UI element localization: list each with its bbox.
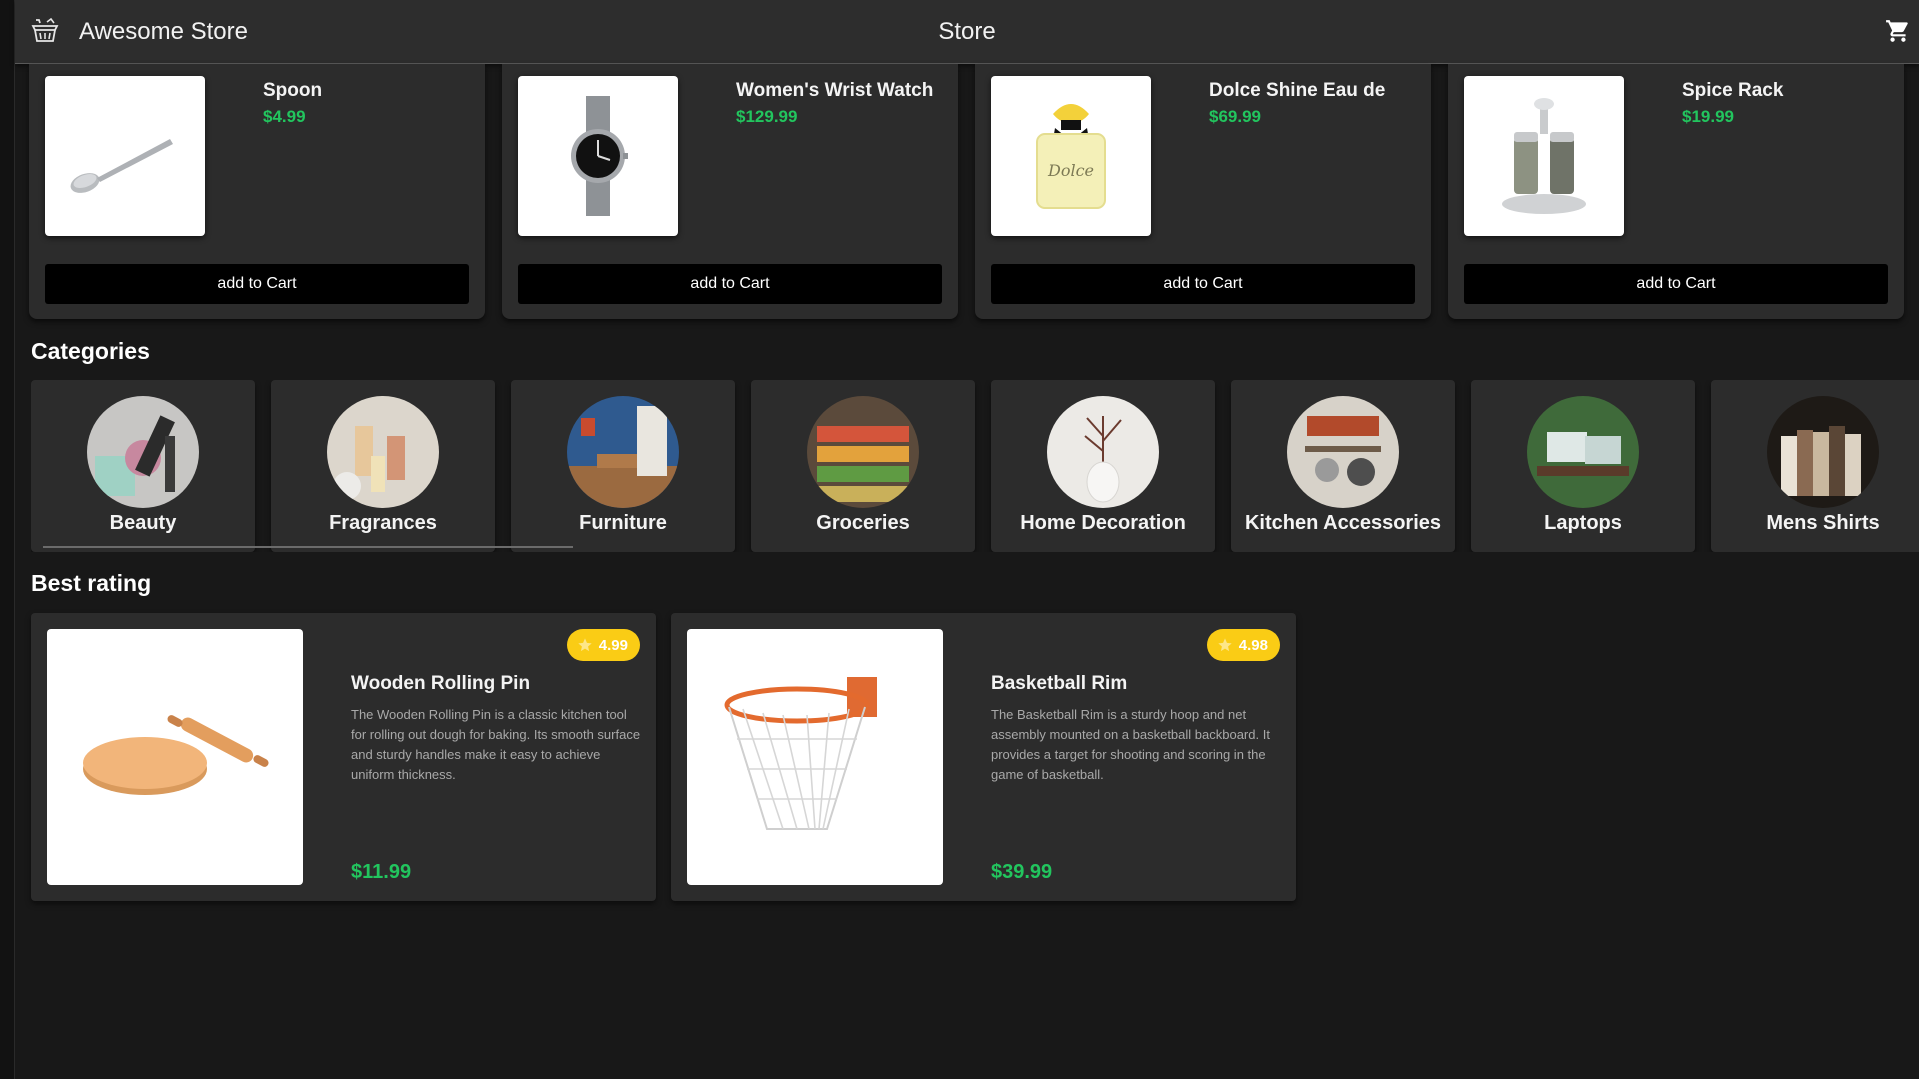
add-to-cart-button[interactable]: add to Cart [1464,264,1888,304]
product-name: Spice Rack [1682,80,1784,101]
product-row: Spoon $4.99 add to Cart Women's Wrist Wa… [29,64,1919,320]
category-label: Laptops [1544,512,1622,534]
product-description: The Wooden Rolling Pin is a classic kitc… [351,707,641,782]
window-edge [0,0,15,1079]
product-name: Dolce Shine Eau de [1209,80,1386,101]
category-label: Home Decoration [1020,512,1186,534]
category-card-furniture[interactable]: Furniture [511,380,735,552]
categories-carousel: Beauty Fragrances Furniture Groceries Ho… [31,380,1919,552]
rating-badge: 4.99 [566,629,640,661]
category-label: Kitchen Accessories [1244,512,1441,534]
shopping-basket-icon[interactable] [30,16,60,46]
category-image [327,396,439,508]
app-header: Awesome Store Store [15,0,1919,64]
product-image-basketball-rim [687,629,943,885]
product-image-perfume[interactable]: Dolce [991,76,1151,236]
category-label: Mens Shirts [1766,512,1880,534]
product-price: $69.99 [1209,107,1261,126]
product-name: Spoon [263,80,323,101]
product-price: $4.99 [263,107,306,126]
category-image [807,396,919,508]
best-rated-card[interactable]: 4.99 Wooden Rolling Pin The Wooden Rolli… [31,613,656,901]
star-icon [1218,638,1232,652]
rating-value: 4.99 [598,636,628,654]
product-price: $129.99 [736,107,798,126]
product-name: Wooden Rolling Pin [351,673,531,694]
category-image [1287,396,1399,508]
rating-value: 4.98 [1238,636,1268,654]
category-card-beauty[interactable]: Beauty [31,380,255,552]
product-image-spoon[interactable] [45,76,205,236]
product-image-watch[interactable] [518,76,678,236]
page-title: Store [938,18,996,45]
product-card: Spice Rack $19.99 add to Cart [1448,64,1904,319]
product-description: The Basketball Rim is a sturdy hoop and … [991,707,1270,782]
category-card-kitchen-accessories[interactable]: Kitchen Accessories [1231,380,1455,552]
product-price: $19.99 [1682,107,1734,126]
product-image-rolling-pin [47,629,303,885]
rating-badge: 4.98 [1206,629,1280,661]
category-label: Beauty [109,512,177,534]
category-label: Fragrances [329,512,437,534]
category-label: Groceries [816,512,910,534]
categories-heading: Categories [31,338,150,364]
best-rating-list: 4.99 Wooden Rolling Pin The Wooden Rolli… [31,613,1331,903]
product-card: Women's Wrist Watch $129.99 add to Cart [502,64,958,319]
store-app: Awesome Store Store Spoon $4.99 add to C… [15,0,1919,1079]
cart-icon[interactable] [1885,18,1911,44]
add-to-cart-button[interactable]: add to Cart [45,264,469,304]
best-rating-heading: Best rating [31,570,152,596]
category-label: Furniture [579,512,667,534]
product-price: $39.99 [991,861,1053,883]
add-to-cart-button[interactable]: add to Cart [518,264,942,304]
category-image [1047,396,1159,508]
category-card-home-decoration[interactable]: Home Decoration [991,380,1215,552]
category-card-fragrances[interactable]: Fragrances [271,380,495,552]
product-name: Women's Wrist Watch [736,80,934,101]
categories-scrollbar[interactable] [43,546,573,548]
product-card: Dolce Dolce Shine Eau de $69.99 add to C… [975,64,1431,319]
category-card-laptops[interactable]: Laptops [1471,380,1695,552]
category-card-groceries[interactable]: Groceries [751,380,975,552]
category-image [87,396,199,508]
add-to-cart-button[interactable]: add to Cart [991,264,1415,304]
app-title: Awesome Store [79,18,248,45]
svg-text:Dolce: Dolce [1047,161,1094,180]
product-image-spice-rack[interactable] [1464,76,1624,236]
product-card: Spoon $4.99 add to Cart [29,64,485,319]
category-image [567,396,679,508]
category-card-mens-shirts[interactable]: Mens Shirts [1711,380,1919,552]
product-price: $11.99 [351,861,412,883]
star-icon [578,638,592,652]
product-name: Basketball Rim [991,673,1128,694]
category-image [1527,396,1639,508]
best-rated-card[interactable]: 4.98 Basketball Rim The Basketball Rim i… [671,613,1296,901]
category-image [1767,396,1879,508]
